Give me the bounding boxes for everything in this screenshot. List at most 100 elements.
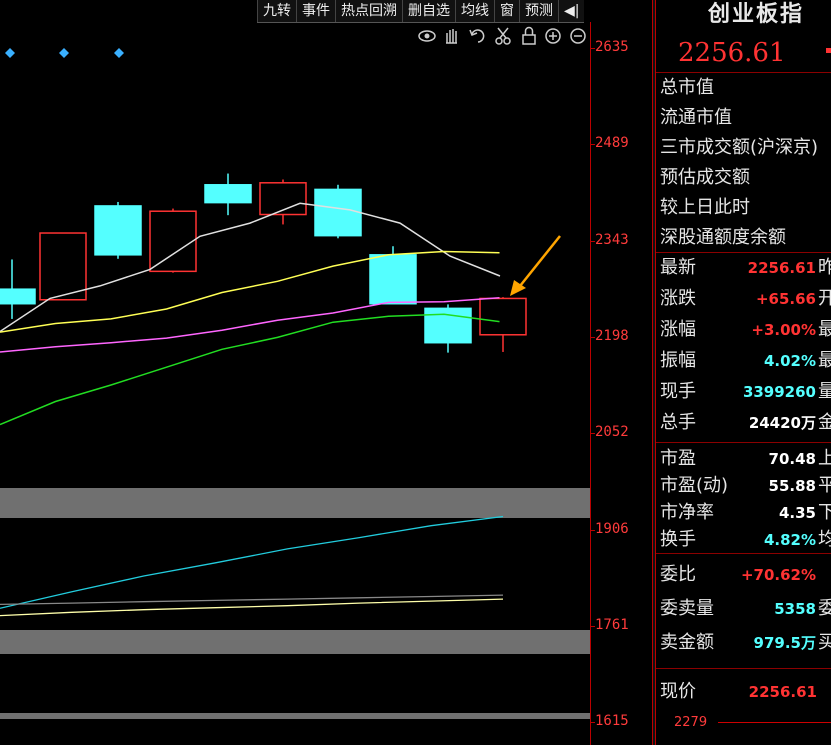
collapse-arrow-button[interactable]: ◀| xyxy=(558,0,584,22)
row-tail-label: 上 xyxy=(818,448,831,469)
index-price: 2256.61 xyxy=(678,38,786,68)
row-value: +3.00% xyxy=(751,321,816,339)
annotation-arrow xyxy=(519,235,561,287)
row-label: 三市成交额(沪深京) xyxy=(660,137,819,158)
axis-label-2052: 2052 xyxy=(595,424,629,440)
signal-diamond xyxy=(114,48,124,58)
stat-row: 流通市值 xyxy=(660,104,831,132)
toolbar-button-5[interactable]: 窗 xyxy=(494,0,519,22)
kline-chart[interactable] xyxy=(0,0,590,745)
row-label: 换手 xyxy=(660,529,696,550)
index-title: 创业板指 xyxy=(708,2,805,27)
row-value: 70.48 xyxy=(768,450,816,468)
toolbar-button-6[interactable]: 预测 xyxy=(519,0,558,22)
row-tail-label: 最 xyxy=(818,319,831,340)
row-value: 4.02% xyxy=(763,352,816,370)
row-value: +70.62% xyxy=(740,566,816,584)
row-tail-label: 最 xyxy=(818,350,831,371)
order-row: 卖金额 979.5万买 xyxy=(660,629,831,657)
toolbar-button-2[interactable]: 热点回溯 xyxy=(335,0,402,22)
row-tail-label: 下 xyxy=(818,502,831,523)
row-label: 流通市值 xyxy=(660,107,732,128)
zoom-in-icon[interactable] xyxy=(545,28,561,44)
quote-row: 总手 24420万金 xyxy=(660,409,831,437)
stat-row: 三市成交额(沪深京) xyxy=(660,134,831,162)
row-value: 5358 xyxy=(774,600,816,618)
grey-band-1 xyxy=(0,630,590,654)
row-tail-label: 买 xyxy=(818,632,831,653)
candle-body xyxy=(479,297,527,336)
row-label: 最新 xyxy=(660,257,696,278)
price-marker xyxy=(826,48,831,53)
row-tail-label: 均 xyxy=(818,529,831,550)
divider xyxy=(656,252,831,253)
row-label: 委比 xyxy=(660,564,696,585)
price-axis: 2635 2489 2343 2198 2052 1906 1761 1615 xyxy=(590,22,653,745)
stat-row: 预估成交额 xyxy=(660,164,831,192)
row-value: 2256.61 xyxy=(747,259,816,277)
order-row: 委卖量 5358 委 xyxy=(660,595,831,623)
indicator-line xyxy=(0,594,504,606)
undo-icon[interactable] xyxy=(469,29,485,43)
stat-row: 总市值 xyxy=(660,74,831,102)
row-label: 较上日此时 xyxy=(660,197,750,218)
eye-icon[interactable] xyxy=(418,30,436,42)
row-value: 3399260 xyxy=(742,383,816,401)
row-label: 预估成交额 xyxy=(660,167,750,188)
candle-body xyxy=(39,232,87,301)
candle-body xyxy=(94,205,142,256)
row-tail-label: 量 xyxy=(818,381,831,402)
row-label: 市盈 xyxy=(660,448,696,469)
scissors-icon[interactable] xyxy=(495,27,511,45)
row-label: 现手 xyxy=(660,381,696,402)
indicator-line xyxy=(0,515,504,609)
current-price-row: 现价 2256.61 xyxy=(660,678,831,706)
candle-body xyxy=(314,188,362,237)
mini-chart-label: 2279 xyxy=(674,715,708,730)
divider xyxy=(656,668,831,669)
toolbar-button-0[interactable]: 九转 xyxy=(257,0,296,22)
candle-body xyxy=(0,288,36,305)
candle-body xyxy=(424,307,472,344)
row-value: 4.82% xyxy=(763,531,816,549)
indicator-line xyxy=(0,598,504,617)
row-value: +65.66 xyxy=(755,290,816,308)
chart-toolbar: 九转 事件 热点回溯 删自选 均线窗预测 ◀| xyxy=(257,0,585,23)
row-value: 4.35 xyxy=(778,504,816,522)
order-row: 委比 +70.62% xyxy=(660,561,831,589)
quote-panel: 创业板指 2256.61 总市值流通市值三市成交额(沪深京) 预估成交额较上日此时… xyxy=(656,0,831,745)
stat-row: 较上日此时 xyxy=(660,194,831,222)
candle-body xyxy=(149,210,197,273)
candle-body xyxy=(204,184,252,204)
row-tail-label: 委 xyxy=(818,598,831,619)
row-label: 涨幅 xyxy=(660,319,696,340)
axis-label-1761: 1761 xyxy=(595,617,629,633)
row-value: 979.5万 xyxy=(753,634,816,652)
row-label: 现价 xyxy=(660,681,696,702)
axis-label-1906: 1906 xyxy=(595,521,629,537)
row-label: 市盈(动) xyxy=(660,475,729,496)
quote-row: 最新 2256.61 昨 xyxy=(660,254,831,282)
row-label: 振幅 xyxy=(660,350,696,371)
row-tail-label: 开 xyxy=(818,288,831,309)
divider xyxy=(656,442,831,443)
zoom-out-icon[interactable] xyxy=(570,28,586,44)
lock-icon[interactable] xyxy=(522,26,536,45)
row-value: 55.88 xyxy=(768,477,816,495)
divider xyxy=(656,72,831,73)
valuation-row: 市净率 4.35 下 xyxy=(660,499,831,527)
row-label: 总市值 xyxy=(660,77,714,98)
row-value: 2256.61 xyxy=(748,683,817,701)
toolbar-button-4[interactable]: 均线 xyxy=(455,0,494,22)
quote-row: 现手 3399260 量 xyxy=(660,378,831,406)
valuation-row: 市盈 70.48 上 xyxy=(660,445,831,473)
hand-icon[interactable] xyxy=(446,29,457,44)
mini-chart-line xyxy=(718,722,831,723)
row-tail-label: 平 xyxy=(818,475,831,496)
toolbar-button-1[interactable]: 事件 xyxy=(296,0,335,22)
axis-label-2198: 2198 xyxy=(595,328,629,344)
toolbar-button-3[interactable]: 删自选 xyxy=(402,0,455,22)
row-tail-label: 金 xyxy=(818,412,831,433)
axis-label-1615: 1615 xyxy=(595,713,629,729)
grey-band-0 xyxy=(0,488,590,518)
